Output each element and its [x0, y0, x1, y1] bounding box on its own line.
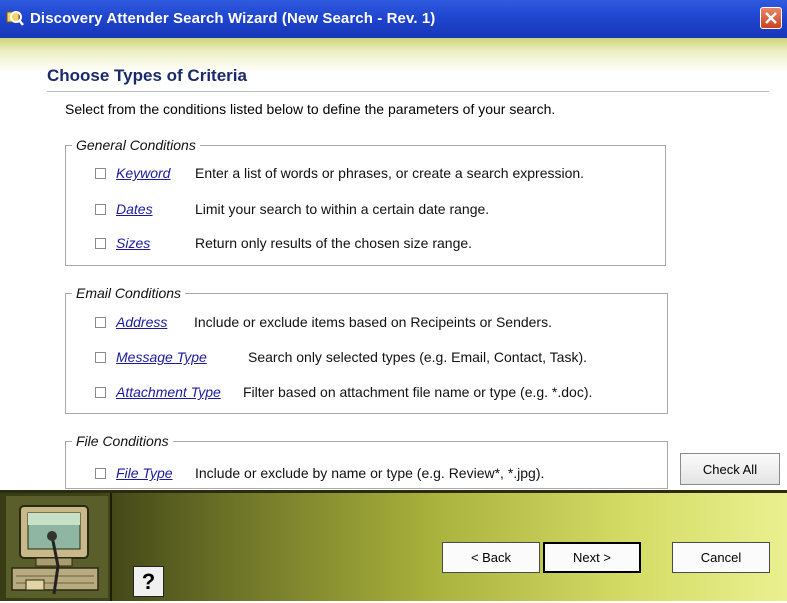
sizes-description: Return only results of the chosen size r…	[195, 235, 473, 251]
message-type-description: Search only selected types (e.g. Email, …	[248, 349, 588, 365]
address-link[interactable]: Address	[116, 314, 167, 330]
help-button[interactable]: ?	[133, 566, 164, 597]
file-type-link[interactable]: File Type	[116, 465, 173, 481]
dates-description: Limit your search to within a certain da…	[195, 201, 490, 217]
window-title: Discovery Attender Search Wizard (New Se…	[30, 10, 436, 27]
next-button[interactable]: Next >	[543, 542, 641, 573]
dates-checkbox[interactable]	[95, 203, 106, 215]
criteria-row-dates: Dates	[95, 199, 153, 219]
attachment-type-link[interactable]: Attachment Type	[116, 384, 221, 400]
page-title: Choose Types of Criteria	[47, 66, 247, 85]
dates-link[interactable]: Dates	[116, 201, 153, 217]
general-conditions-legend: General Conditions	[72, 137, 200, 153]
back-button[interactable]: < Back	[442, 542, 540, 573]
message-type-link[interactable]: Message Type	[116, 349, 207, 365]
attachment-type-checkbox[interactable]	[95, 386, 106, 398]
file-type-description: Include or exclude by name or type (e.g.…	[195, 465, 545, 481]
criteria-row-keyword: Keyword	[95, 163, 170, 183]
check-all-button[interactable]: Check All	[680, 453, 780, 485]
keyword-link[interactable]: Keyword	[116, 165, 170, 181]
close-icon	[765, 12, 777, 24]
criteria-row-file-type: File Type	[95, 463, 173, 483]
close-button[interactable]	[760, 7, 782, 29]
keyword-checkbox[interactable]	[95, 167, 106, 179]
app-icon	[6, 9, 24, 27]
footer-divider	[110, 493, 112, 601]
file-type-checkbox[interactable]	[95, 467, 106, 479]
title-bar: Discovery Attender Search Wizard (New Se…	[0, 0, 787, 39]
sizes-checkbox[interactable]	[95, 237, 106, 249]
attachment-type-description: Filter based on attachment file name or …	[243, 384, 593, 400]
file-conditions-legend: File Conditions	[72, 433, 173, 449]
wizard-illustration-icon	[6, 496, 108, 598]
criteria-row-message-type: Message Type	[95, 347, 207, 367]
title-divider	[47, 91, 769, 92]
criteria-row-address: Address	[95, 312, 167, 332]
criteria-row-attachment-type: Attachment Type	[95, 382, 221, 402]
footer-top-border	[0, 490, 787, 493]
sizes-link[interactable]: Sizes	[116, 235, 150, 251]
email-conditions-legend: Email Conditions	[72, 285, 186, 301]
criteria-row-sizes: Sizes	[95, 233, 150, 253]
message-type-checkbox[interactable]	[95, 351, 106, 363]
wizard-footer	[0, 490, 787, 601]
address-checkbox[interactable]	[95, 316, 106, 328]
keyword-description: Enter a list of words or phrases, or cre…	[195, 165, 585, 181]
instructions-text: Select from the conditions listed below …	[65, 101, 556, 117]
cancel-button[interactable]: Cancel	[672, 542, 770, 573]
address-description: Include or exclude items based on Recipe…	[194, 314, 552, 330]
